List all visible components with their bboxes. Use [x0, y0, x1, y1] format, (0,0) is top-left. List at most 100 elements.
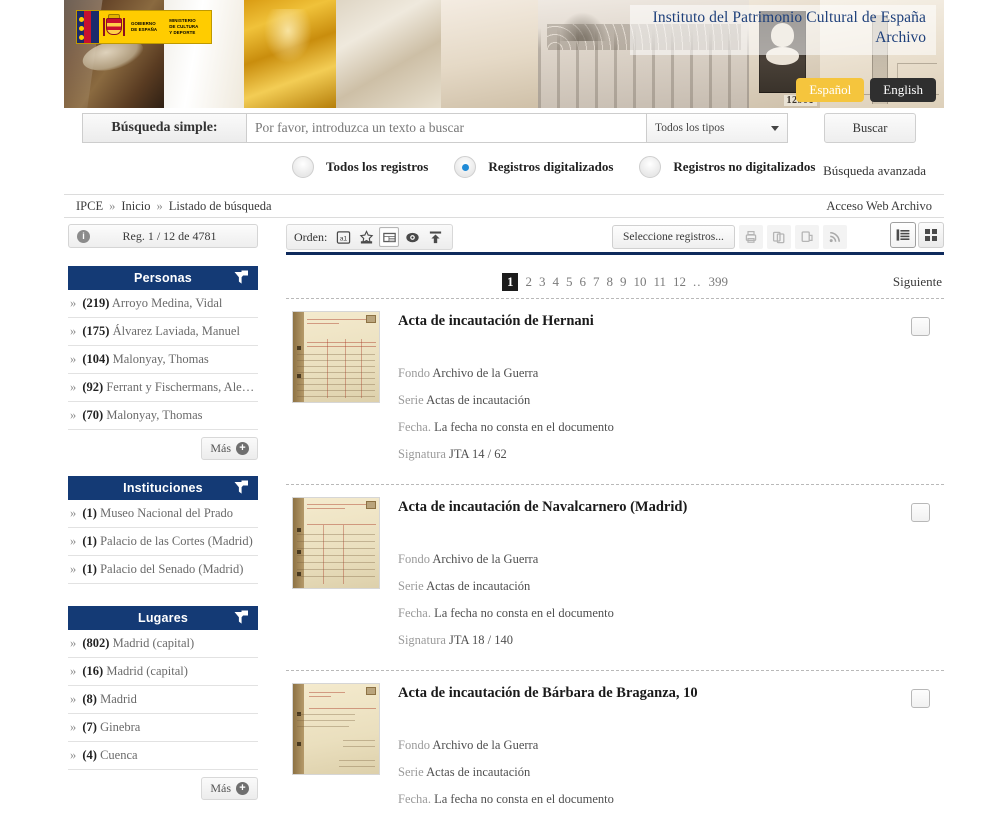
radio-non-digitized-records[interactable]	[639, 156, 662, 178]
facet-label: Madrid (capital)	[106, 664, 188, 678]
page-7[interactable]: 7	[593, 274, 600, 290]
result-thumbnail[interactable]	[292, 311, 380, 403]
page-3[interactable]: 3	[539, 274, 546, 290]
page-5[interactable]: 5	[566, 274, 573, 290]
value-fondo: Archivo de la Guerra	[432, 552, 539, 566]
page-11[interactable]: 11	[653, 274, 666, 290]
government-logo[interactable]: GOBIERNO DE ESPAÑA MINISTERIO DE CULTURA…	[76, 10, 212, 44]
page-last[interactable]: 399	[709, 274, 729, 290]
facet-item[interactable]: » (7) Ginebra	[68, 714, 258, 742]
facet-more-button[interactable]: Más +	[201, 777, 258, 800]
result-thumbnail[interactable]	[292, 497, 380, 589]
result-item: Acta de incautación de Bárbara de Bragan…	[286, 670, 944, 814]
facet-item[interactable]: » (219) Arroyo Medina, Vidal	[68, 290, 258, 318]
value-serie: Actas de incautación	[426, 579, 531, 593]
svg-text:a1: a1	[340, 235, 348, 242]
language-english-button[interactable]: English	[870, 78, 936, 102]
result-checkbox[interactable]	[911, 503, 930, 522]
facet-item[interactable]: » (175) Álvarez Laviada, Manuel	[68, 318, 258, 346]
pagination-next[interactable]: Siguiente	[893, 274, 942, 290]
rss-icon[interactable]	[822, 225, 847, 249]
radio-group-all[interactable]: Todos los registros	[292, 156, 428, 178]
search-input[interactable]	[246, 113, 646, 143]
result-serie: Serie Actas de incautación	[398, 393, 944, 408]
results-panel: 1 2 3 4 5 6 7 8 9 10 11 12 .. 399 Siguie…	[286, 266, 944, 814]
page-8[interactable]: 8	[606, 274, 613, 290]
language-spanish-button[interactable]: Español	[796, 78, 865, 102]
radio-group-digitized[interactable]: Registros digitalizados	[454, 156, 613, 178]
ministry-label: MINISTERIO DE CULTURA Y DEPORTE	[169, 18, 199, 35]
result-thumbnail[interactable]	[292, 683, 380, 775]
facet-count: (219)	[82, 296, 110, 310]
facet-item[interactable]: » (92) Ferrant y Fischermans, Aleja...	[68, 374, 258, 402]
facet-title: Instituciones	[123, 481, 203, 495]
facet-item[interactable]: » (104) Malonyay, Thomas	[68, 346, 258, 374]
breadcrumb: IPCE » Inicio » Listado de búsqueda	[76, 199, 272, 214]
page-1[interactable]: 1	[501, 273, 519, 291]
filter-funnel-icon[interactable]	[233, 479, 250, 499]
page-2[interactable]: 2	[525, 274, 532, 290]
radio-group-non-digitized[interactable]: Registros no digitalizados	[639, 156, 815, 178]
result-checkbox[interactable]	[911, 317, 930, 336]
search-button[interactable]: Buscar	[824, 113, 916, 143]
result-title[interactable]: Acta de incautación de Bárbara de Bragan…	[398, 685, 944, 702]
export-icon[interactable]	[794, 225, 819, 249]
facet-count: (4)	[82, 748, 97, 762]
collage-gilded-panel	[243, 0, 336, 108]
filter-funnel-icon[interactable]	[233, 609, 250, 629]
grid-view-button[interactable]	[918, 222, 944, 248]
advanced-search-link[interactable]: Búsqueda avanzada	[823, 163, 926, 179]
select-records-button[interactable]: Seleccione registros...	[612, 225, 735, 249]
sort-top-icon[interactable]	[425, 227, 445, 247]
breadcrumb-item-ipce[interactable]: IPCE	[76, 199, 103, 214]
result-title[interactable]: Acta de incautación de Hernani	[398, 313, 944, 330]
facet-instituciones: Instituciones » (1) Museo Nacional del P…	[68, 476, 258, 584]
facet-label: Malonyay, Thomas	[112, 352, 209, 366]
facet-item[interactable]: » (1) Palacio de las Cortes (Madrid)	[68, 528, 258, 556]
plus-icon: +	[236, 782, 249, 795]
facet-label: Madrid (capital)	[112, 636, 195, 650]
facet-lugares: Lugares » (802) Madrid (capital) » (16) …	[68, 606, 258, 800]
result-thumbnail-wrap	[292, 311, 384, 474]
page-6[interactable]: 6	[579, 274, 586, 290]
print-icon[interactable]	[738, 225, 763, 249]
sort-alpha-icon[interactable]: a1	[333, 227, 353, 247]
facet-title: Lugares	[137, 611, 189, 625]
facet-item[interactable]: » (1) Museo Nacional del Prado	[68, 500, 258, 528]
radio-digitized-records[interactable]	[454, 156, 477, 178]
visibility-icon[interactable]	[402, 227, 422, 247]
facet-count: (1)	[82, 562, 97, 576]
radio-all-records[interactable]	[292, 156, 314, 178]
facet-count: (70)	[82, 408, 104, 422]
copy-icon[interactable]	[766, 225, 791, 249]
facet-more-button[interactable]: Más +	[201, 437, 258, 460]
result-checkbox[interactable]	[911, 689, 930, 708]
result-title[interactable]: Acta de incautación de Navalcarnero (Mad…	[398, 499, 944, 516]
facet-item[interactable]: » (8) Madrid	[68, 686, 258, 714]
facet-label: Malonyay, Thomas	[106, 408, 203, 422]
page-12[interactable]: 12	[673, 274, 686, 290]
filter-funnel-icon[interactable]	[233, 269, 250, 289]
search-type-select[interactable]: Todos los tipos	[646, 113, 788, 143]
page-9[interactable]: 9	[620, 274, 627, 290]
breadcrumb-item-inicio[interactable]: Inicio	[121, 199, 150, 214]
label-fecha: Fecha.	[398, 792, 431, 806]
page-4[interactable]: 4	[552, 274, 559, 290]
facet-item[interactable]: » (4) Cuenca	[68, 742, 258, 770]
label-serie: Serie	[398, 765, 424, 779]
facet-item[interactable]: » (70) Malonyay, Thomas	[68, 402, 258, 430]
facet-item[interactable]: » (1) Palacio del Senado (Madrid)	[68, 556, 258, 584]
facet-count: (8)	[82, 692, 97, 706]
list-view-button[interactable]	[890, 222, 916, 248]
sort-record-icon[interactable]	[379, 227, 400, 247]
facet-item[interactable]: » (16) Madrid (capital)	[68, 658, 258, 686]
institution-title: Instituto del Patrimonio Cultural de Esp…	[630, 5, 936, 55]
pagination-numbers: 1 2 3 4 5 6 7 8 9 10 11 12 .. 399	[501, 273, 729, 291]
web-archive-access-link[interactable]: Acceso Web Archivo	[826, 199, 932, 214]
sort-relevance-icon[interactable]	[356, 227, 376, 247]
page-10[interactable]: 10	[633, 274, 646, 290]
facet-header: Personas	[68, 266, 258, 290]
breadcrumb-item-listado[interactable]: Listado de búsqueda	[169, 199, 272, 214]
label-fondo: Fondo	[398, 366, 430, 380]
facet-item[interactable]: » (802) Madrid (capital)	[68, 630, 258, 658]
